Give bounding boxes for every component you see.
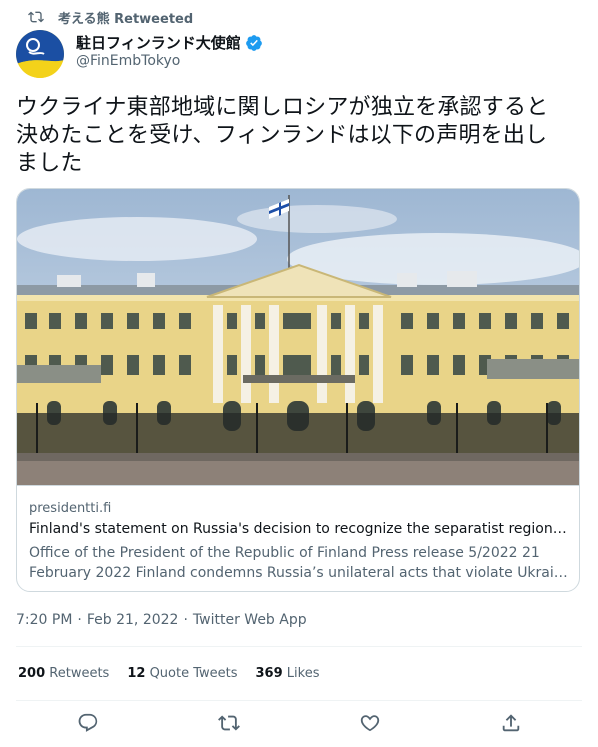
divider	[16, 646, 582, 647]
retweets-label: Retweets	[49, 666, 110, 681]
author-name-row[interactable]: 駐日フィンランド大使館	[76, 32, 263, 53]
tweet-line: ウクライナ東部地域に関しロシアが独立を承認すると	[16, 95, 549, 120]
divider	[16, 700, 582, 701]
tweet-stats: 200 Retweets 12 Quote Tweets 369 Likes	[18, 666, 320, 681]
quotes-label: Quote Tweets	[149, 666, 238, 681]
tweet-text: ウクライナ東部地域に関しロシアが独立を承認すると 決めたことを受け、フィンランド…	[16, 94, 582, 178]
share-icon	[502, 714, 520, 732]
embassy-logo-icon	[16, 30, 64, 78]
tweet-date[interactable]: Feb 21, 2022	[87, 612, 179, 628]
card-image	[17, 189, 579, 486]
author-name[interactable]: 駐日フィンランド大使館	[76, 32, 241, 53]
likes-stat[interactable]: 369 Likes	[256, 666, 320, 681]
retweets-stat[interactable]: 200 Retweets	[18, 666, 109, 681]
meta-separator: ·	[183, 612, 188, 628]
tweet-meta: 7:20 PM · Feb 21, 2022 · Twitter Web App	[16, 612, 307, 628]
card-description: Office of the President of the Republic …	[29, 543, 569, 583]
tweet-source[interactable]: Twitter Web App	[193, 612, 307, 628]
retweet-notice-text[interactable]: 考える熊 Retweeted	[58, 8, 193, 27]
like-button[interactable]	[359, 712, 381, 734]
retweet-button[interactable]	[218, 712, 240, 734]
reply-button[interactable]	[77, 712, 99, 734]
tweet-line: ました	[16, 151, 83, 176]
card-domain: presidentti.fi	[29, 501, 112, 516]
verified-icon	[245, 34, 262, 51]
card-title: Finland's statement on Russia's decision…	[29, 521, 569, 537]
meta-separator: ·	[77, 612, 82, 628]
quotes-stat[interactable]: 12 Quote Tweets	[127, 666, 237, 681]
link-card[interactable]: presidentti.fi Finland's statement on Ru…	[16, 188, 580, 592]
likes-count: 369	[255, 666, 283, 681]
avatar[interactable]	[16, 30, 64, 78]
card-description-line: Office of the President of the Republic …	[29, 545, 540, 561]
share-button[interactable]	[500, 712, 522, 734]
author-handle[interactable]: @FinEmbTokyo	[76, 53, 180, 69]
tweet-time[interactable]: 7:20 PM	[16, 612, 72, 628]
retweet-notice: 考える熊 Retweeted	[16, 6, 193, 28]
retweets-count: 200	[18, 666, 46, 681]
like-icon	[360, 715, 380, 732]
retweet-icon	[218, 715, 240, 731]
quotes-count: 12	[127, 666, 146, 681]
likes-label: Likes	[286, 666, 320, 681]
tweet-line: 決めたことを受け、フィンランドは以下の声明を出し	[16, 123, 548, 148]
card-description-line: February 2022 Finland condemns Russia’s …	[29, 565, 569, 581]
reply-icon	[78, 713, 98, 732]
retweet-icon	[28, 11, 44, 23]
